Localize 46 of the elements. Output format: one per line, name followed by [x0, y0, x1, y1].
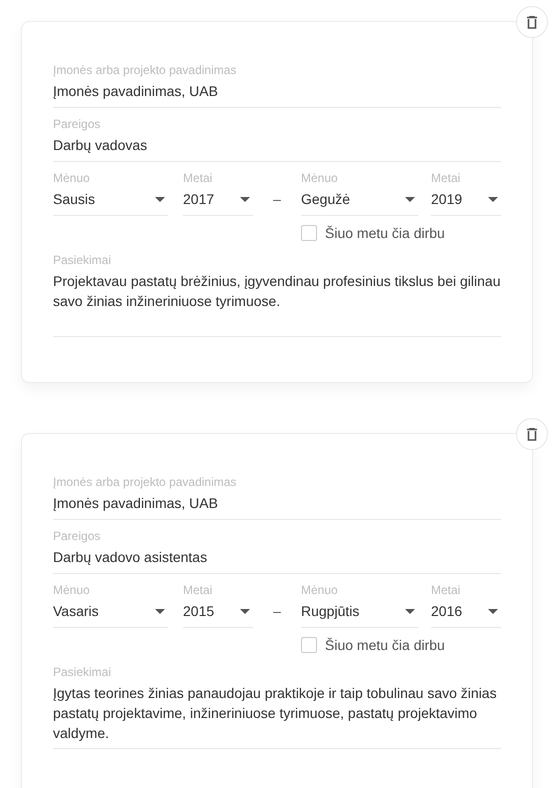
- field-label: Pareigos: [53, 529, 100, 543]
- caret-icon: [405, 196, 415, 202]
- date-separator: –: [273, 190, 281, 209]
- year-dropdown[interactable]: 2015: [183, 601, 253, 628]
- trash-icon: [526, 428, 538, 440]
- field-label: Mėnuo: [53, 171, 90, 185]
- delete-button[interactable]: [516, 6, 548, 38]
- checkbox[interactable]: [301, 225, 317, 241]
- company-field[interactable]: Įmonės pavadinimas, UAB: [53, 81, 501, 108]
- trash-icon: [526, 16, 538, 28]
- delete-button[interactable]: [516, 418, 548, 450]
- achievements-field[interactable]: Projektavau pastatų brėžinius, įgyvendinau profesinius tikslus bei gilinau savo žinias inžineriniuose tyrimuose.: [53, 271, 501, 337]
- field-label: Mėnuo: [301, 171, 338, 185]
- field-label: Metai: [183, 583, 212, 597]
- checkbox[interactable]: [301, 637, 317, 653]
- checkbox-label: Šiuo metu čia dirbu: [325, 637, 445, 653]
- caret-icon: [240, 196, 250, 202]
- year-dropdown[interactable]: 2019: [431, 189, 501, 216]
- field-label: Pareigos: [53, 117, 100, 131]
- checkbox-label: Šiuo metu čia dirbu: [325, 225, 445, 241]
- achievements-field[interactable]: Įgytas teorines žinias panaudojau praktikoje ir taip tobulinau savo žinias pastatų projektavime, inžineriniuose tyrimuose, pastatų projektavimo valdyme.: [53, 683, 501, 749]
- field-label: Pasiekimai: [53, 665, 112, 679]
- month-dropdown[interactable]: Gegužė: [301, 189, 418, 216]
- caret-icon: [488, 608, 498, 614]
- position-field[interactable]: Darbų vadovas: [53, 135, 501, 162]
- field-label: Metai: [431, 171, 460, 185]
- caret-icon: [405, 608, 415, 614]
- field-label: Pasiekimai: [53, 253, 112, 267]
- field-label: Metai: [183, 171, 212, 185]
- field-label: Įmonės arba projekto pavadinimas: [53, 63, 236, 77]
- caret-icon: [155, 196, 165, 202]
- month-dropdown[interactable]: Rugpjūtis: [301, 601, 418, 628]
- position-field[interactable]: Darbų vadovo asistentas: [53, 547, 501, 574]
- field-label: Metai: [431, 583, 460, 597]
- field-label: Įmonės arba projekto pavadinimas: [53, 475, 236, 489]
- month-dropdown[interactable]: Sausis: [53, 189, 168, 216]
- caret-icon: [240, 608, 250, 614]
- caret-icon: [155, 608, 165, 614]
- field-label: Mėnuo: [53, 583, 90, 597]
- date-separator: –: [273, 602, 281, 621]
- field-label: Mėnuo: [301, 583, 338, 597]
- year-dropdown[interactable]: 2016: [431, 601, 501, 628]
- company-field[interactable]: Įmonės pavadinimas, UAB: [53, 493, 501, 520]
- caret-icon: [488, 196, 498, 202]
- year-dropdown[interactable]: 2017: [183, 189, 253, 216]
- month-dropdown[interactable]: Vasaris: [53, 601, 168, 628]
